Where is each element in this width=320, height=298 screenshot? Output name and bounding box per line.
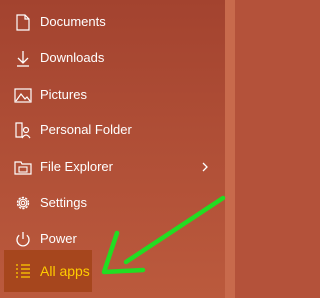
menu-item-label: Power	[40, 231, 77, 246]
menu-item-label: Downloads	[40, 50, 105, 65]
pictures-icon	[14, 86, 32, 104]
all-apps-button[interactable]: All apps	[0, 250, 225, 292]
menu-item-label: Pictures	[40, 87, 87, 102]
menu-item-label: Settings	[40, 195, 87, 210]
menu-item-documents[interactable]: Documents	[0, 4, 225, 40]
menu-item-pictures[interactable]: Pictures	[0, 77, 225, 113]
all-apps-label: All apps	[40, 263, 90, 279]
menu-item-personal-folder[interactable]: Personal Folder	[0, 112, 225, 148]
menu-item-label: Personal Folder	[40, 122, 132, 137]
settings-icon	[14, 194, 32, 212]
downloads-icon	[14, 49, 32, 67]
power-icon	[14, 230, 32, 248]
menu-item-downloads[interactable]: Downloads	[0, 40, 225, 76]
chevron-right-icon[interactable]	[198, 158, 212, 176]
menu-item-settings[interactable]: Settings	[0, 185, 225, 221]
documents-icon	[14, 13, 32, 31]
menu-item-label: File Explorer	[40, 159, 113, 174]
file-explorer-icon	[14, 158, 32, 176]
menu-edge	[225, 0, 235, 298]
menu-item-label: Documents	[40, 14, 106, 29]
all-apps-icon	[14, 262, 32, 280]
personal-folder-icon	[14, 121, 32, 139]
menu-item-file-explorer[interactable]: File Explorer	[0, 149, 225, 185]
